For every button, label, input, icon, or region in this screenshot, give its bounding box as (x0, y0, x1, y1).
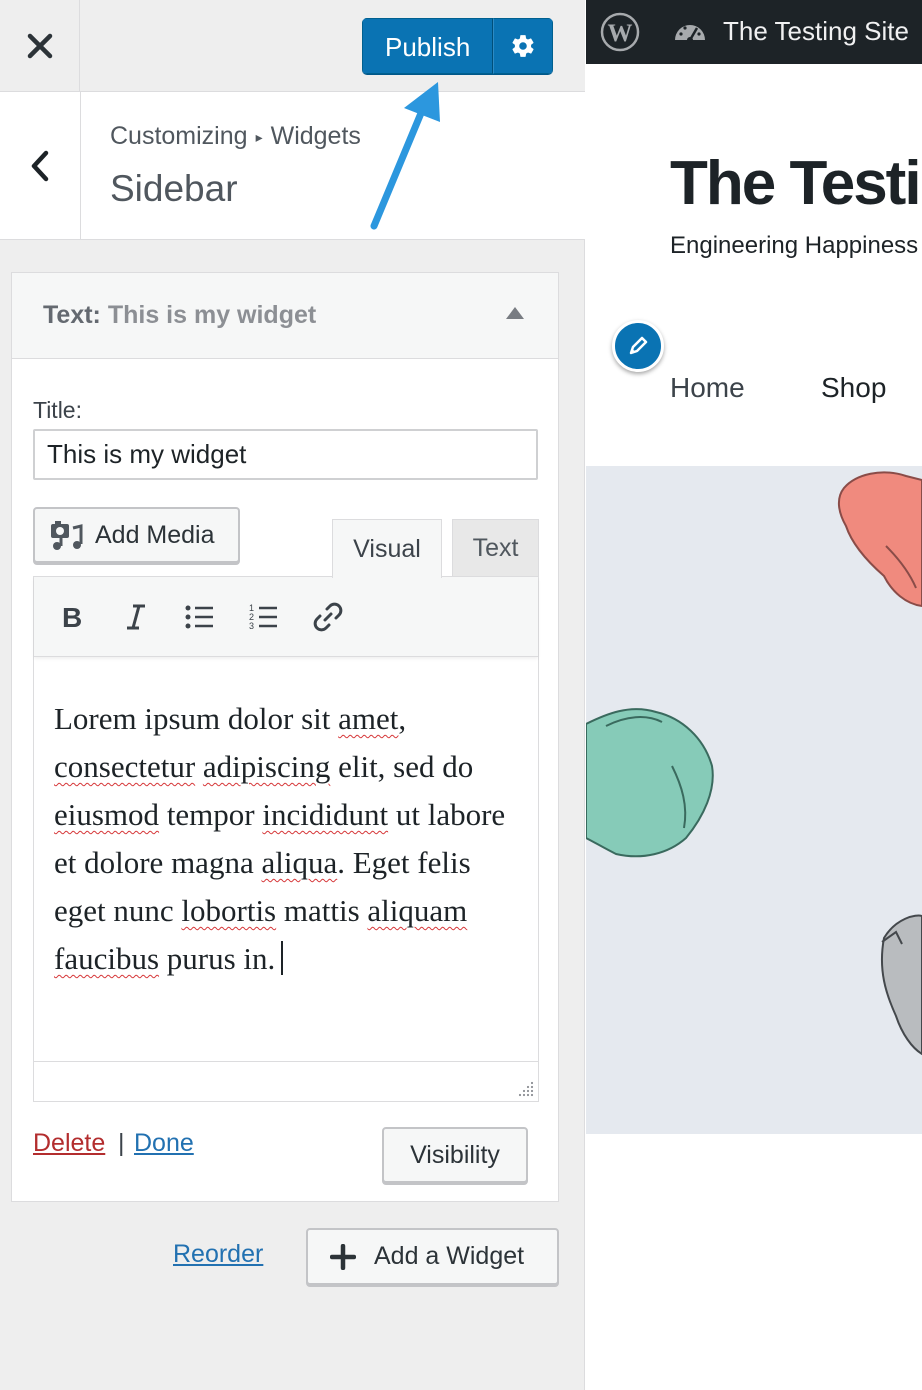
adminbar-site-name[interactable]: The Testing Site (723, 16, 909, 47)
close-icon (27, 33, 52, 58)
text-run: tempor (159, 797, 263, 832)
dashboard-icon[interactable] (672, 14, 708, 50)
spellcheck-word: eiusmod (54, 797, 160, 832)
widget-name: This is my widget (107, 301, 317, 329)
svg-text:W: W (608, 20, 633, 47)
publish-button[interactable]: Publish (362, 18, 494, 74)
text-run: , (398, 701, 407, 736)
rich-text-editor: B 1 2 3 Lorem ipsum dolor sit amet, cons… (33, 576, 539, 1102)
admin-bar: W The Testing Site (586, 0, 922, 64)
breadcrumb: Customizing ▸ Widgets (110, 122, 361, 151)
text-widget: Text: This is my widget Title: Add Media… (11, 272, 559, 1202)
breadcrumb-root: Customizing (110, 122, 248, 150)
bold-icon: B (62, 603, 82, 631)
widget-type: Text: (43, 301, 101, 329)
tab-visual[interactable]: Visual (332, 519, 442, 578)
title-input[interactable] (33, 429, 538, 480)
add-widget-label: Add a Widget (374, 1242, 525, 1270)
add-media-button[interactable]: Add Media (33, 507, 240, 563)
chevron-left-icon (31, 150, 49, 181)
resize-handle-icon[interactable] (516, 1079, 534, 1097)
text-run: mattis (276, 893, 368, 928)
collapse-arrow-icon[interactable] (506, 307, 524, 319)
spellcheck-word: incididunt (262, 797, 389, 832)
spellcheck-word: aliquam (367, 893, 468, 928)
bold-button[interactable]: B (50, 595, 94, 639)
bulleted-list-button[interactable] (178, 595, 222, 639)
customizer-header: Publish (0, 0, 585, 92)
italic-icon (127, 604, 145, 630)
insert-link-button[interactable] (306, 595, 350, 639)
text-run: Lorem ipsum dolor sit (54, 701, 339, 736)
editor-toolbar: B 1 2 3 (34, 577, 538, 657)
tab-text[interactable]: Text (452, 519, 539, 577)
spellcheck-word: adipiscing (202, 749, 331, 784)
italic-button[interactable] (114, 595, 158, 639)
plus-icon (330, 1243, 356, 1270)
nav-item-home[interactable]: Home (670, 372, 745, 404)
bulleted-list-icon (185, 605, 213, 629)
visibility-button[interactable]: Visibility (382, 1127, 528, 1183)
numbered-list-icon: 1 2 3 (249, 603, 277, 631)
widget-header[interactable]: Text: This is my widget (12, 273, 558, 359)
hero-image (586, 466, 922, 1134)
publish-button-group: Publish (362, 18, 554, 74)
editor-statusbar (34, 1061, 538, 1101)
text-run: elit, sed do (330, 749, 474, 784)
text-run (195, 749, 203, 784)
text-run: purus in. (159, 941, 276, 976)
add-media-label: Add Media (95, 520, 215, 549)
section-title: Sidebar (110, 168, 238, 209)
nav-item-shop[interactable]: Shop (821, 372, 886, 404)
title-label: Title: (33, 397, 82, 423)
delete-widget-link[interactable]: Delete (33, 1129, 105, 1158)
breadcrumb-current: Widgets (270, 122, 361, 150)
back-button[interactable] (0, 92, 81, 239)
reorder-widgets-link[interactable]: Reorder (173, 1240, 263, 1269)
widget-header-title: Text: This is my widget (43, 301, 316, 330)
add-widget-button[interactable]: Add a Widget (306, 1228, 559, 1285)
editor-content[interactable]: Lorem ipsum dolor sit amet, consectetur … (54, 695, 524, 983)
wordpress-logo-icon[interactable]: W (600, 12, 640, 52)
clothing-illustration (586, 471, 922, 1056)
numbered-list-button[interactable]: 1 2 3 (242, 595, 286, 639)
site-preview: W The Testing Site The Testing Site Engi… (586, 0, 922, 1390)
done-link[interactable]: Done (134, 1129, 194, 1158)
spellcheck-word: aliqua (261, 845, 338, 880)
breadcrumb-separator: ▸ (255, 128, 263, 145)
link-icon (313, 602, 343, 632)
spellcheck-word: faucibus (54, 941, 160, 976)
annotation-arrow (370, 82, 440, 230)
spellcheck-word: amet (338, 701, 399, 736)
gear-icon (512, 35, 534, 57)
pencil-icon (629, 336, 648, 355)
close-customizer-button[interactable] (0, 0, 80, 91)
section-header: Customizing ▸ Widgets Sidebar (0, 92, 585, 240)
action-separator: | (118, 1129, 125, 1157)
customizer-panel: Publish Customizing ▸ Widgets Sidebar Text… (0, 0, 585, 1390)
site-title[interactable]: The Testing Site (670, 148, 922, 219)
spellcheck-word: lobortis (181, 893, 277, 928)
media-icon (51, 521, 83, 550)
spellcheck-word: consectetur (54, 749, 196, 784)
publish-settings-button[interactable] (493, 18, 554, 74)
site-tagline: Engineering Happiness (670, 232, 919, 259)
svg-text:B: B (62, 603, 82, 631)
svg-text:3: 3 (249, 621, 254, 631)
edit-shortcut-button[interactable] (612, 320, 664, 372)
text-caret (281, 941, 284, 975)
